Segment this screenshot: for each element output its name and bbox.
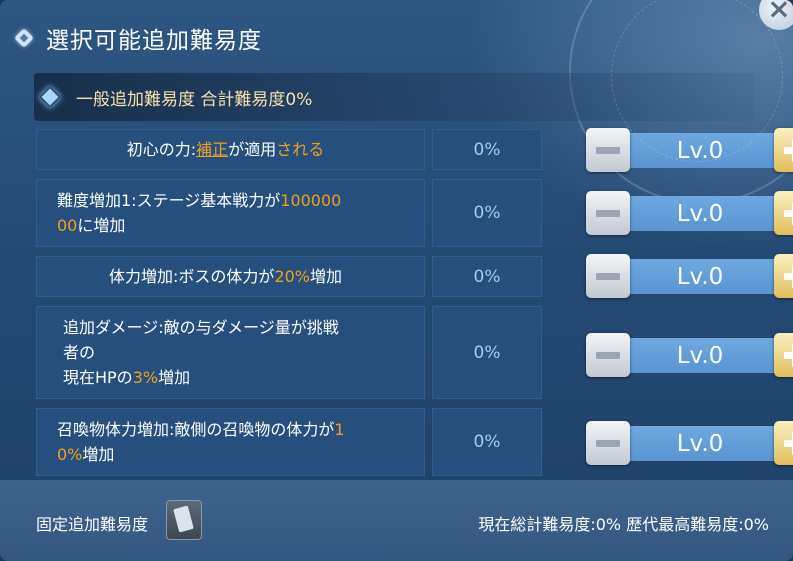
- level-control: Lv.0: [586, 254, 793, 298]
- row-percent: 0%: [432, 179, 542, 247]
- row-description: 召喚物体力増加:敵側の召喚物の体力が1 0%増加: [36, 408, 425, 476]
- desc-highlight: 0%: [57, 445, 83, 464]
- row-percent: 0%: [432, 129, 542, 170]
- title-bar: 選択可能追加難易度: [14, 18, 262, 58]
- desc-highlight: 00: [57, 216, 78, 235]
- level-control: Lv.0: [586, 333, 793, 377]
- desc-text: 体力増加:ボスの体力が: [109, 267, 275, 286]
- page-title: 選択可能追加難易度: [46, 28, 262, 54]
- difficulty-row: 追加ダメージ:敵の与ダメージ量が挑戦 者の現在HPの3%増加 0% Lv.0: [36, 306, 793, 399]
- desc-text: に増加: [77, 216, 126, 235]
- row-description: 体力増加:ボスの体力が20%増加: [36, 256, 425, 297]
- plus-button[interactable]: [774, 128, 793, 172]
- close-icon: ×: [767, 0, 791, 25]
- level-value: Lv.0: [606, 133, 793, 168]
- minus-button[interactable]: [586, 254, 630, 298]
- row-description: 追加ダメージ:敵の与ダメージ量が挑戦 者の現在HPの3%増加: [36, 306, 425, 399]
- desc-highlight: される: [276, 140, 325, 159]
- plus-button[interactable]: [774, 191, 793, 235]
- desc-text: 難度増加1:ステージ基本戦力が: [57, 191, 281, 210]
- desc-text: 初心の力:: [126, 140, 197, 159]
- desc-text: 召喚物体力増加:敵側の召喚物の体力が: [57, 420, 335, 439]
- plus-button[interactable]: [774, 421, 793, 465]
- subheader: 一般追加難易度 合計難易度0%: [34, 73, 754, 121]
- desc-highlight: 20%: [274, 267, 310, 286]
- subheader-text: 一般追加難易度 合計難易度0%: [76, 89, 313, 110]
- fixed-difficulty-label: 固定追加難易度: [36, 515, 149, 534]
- diamond-icon: [14, 28, 34, 48]
- difficulty-panel: 選択可能追加難易度 × 一般追加難易度 合計難易度0% 初心の力:補正が適用され…: [0, 0, 793, 561]
- level-value: Lv.0: [606, 259, 793, 294]
- minus-button[interactable]: [586, 333, 630, 377]
- footer: 固定追加難易度 現在総計難易度:0% 歴代最高難易度:0%: [0, 480, 793, 561]
- plus-button[interactable]: [774, 254, 793, 298]
- minus-button[interactable]: [586, 128, 630, 172]
- minus-button[interactable]: [586, 421, 630, 465]
- row-percent: 0%: [432, 256, 542, 297]
- difficulty-stats: 現在総計難易度:0% 歴代最高難易度:0%: [478, 511, 769, 535]
- level-control: Lv.0: [586, 421, 793, 465]
- desc-highlight: 100000: [280, 191, 342, 210]
- difficulty-row: 難度増加1:ステージ基本戦力が100000 00に増加 0% Lv.0: [36, 179, 793, 247]
- desc-highlight: 補正: [196, 140, 229, 159]
- desc-text: 追加ダメージ:敵の与ダメージ量が挑戦: [63, 318, 339, 337]
- desc-text: 増加: [309, 267, 342, 286]
- desc-text: 増加: [82, 445, 115, 464]
- desc-text: 現在HPの: [63, 368, 133, 387]
- level-value: Lv.0: [606, 426, 793, 461]
- close-button[interactable]: ×: [759, 0, 793, 30]
- level-control: Lv.0: [586, 191, 793, 235]
- diamond-icon: [38, 85, 62, 109]
- difficulty-row: 初心の力:補正が適用される 0% Lv.0: [36, 128, 793, 172]
- level-value: Lv.0: [606, 338, 793, 373]
- level-control: Lv.0: [586, 128, 793, 172]
- row-percent: 0%: [432, 306, 542, 399]
- best-difficulty: 歴代最高難易度:0%: [626, 515, 769, 534]
- row-description: 難度増加1:ステージ基本戦力が100000 00に増加: [36, 179, 425, 247]
- row-percent: 0%: [432, 408, 542, 476]
- desc-text: が適用: [228, 140, 277, 159]
- desc-text: 者の: [63, 343, 96, 362]
- difficulty-row: 召喚物体力増加:敵側の召喚物の体力が1 0%増加 0% Lv.0: [36, 408, 793, 476]
- plus-button[interactable]: [774, 333, 793, 377]
- desc-text: 増加: [158, 368, 191, 387]
- desc-highlight: 1: [334, 420, 345, 439]
- level-value: Lv.0: [606, 196, 793, 231]
- current-total-difficulty: 現在総計難易度:0%: [478, 515, 622, 534]
- minus-button[interactable]: [586, 191, 630, 235]
- card-icon[interactable]: [166, 500, 202, 540]
- row-description: 初心の力:補正が適用される: [36, 129, 425, 170]
- desc-highlight: 3%: [132, 368, 159, 387]
- difficulty-row: 体力増加:ボスの体力が20%増加 0% Lv.0: [36, 254, 793, 298]
